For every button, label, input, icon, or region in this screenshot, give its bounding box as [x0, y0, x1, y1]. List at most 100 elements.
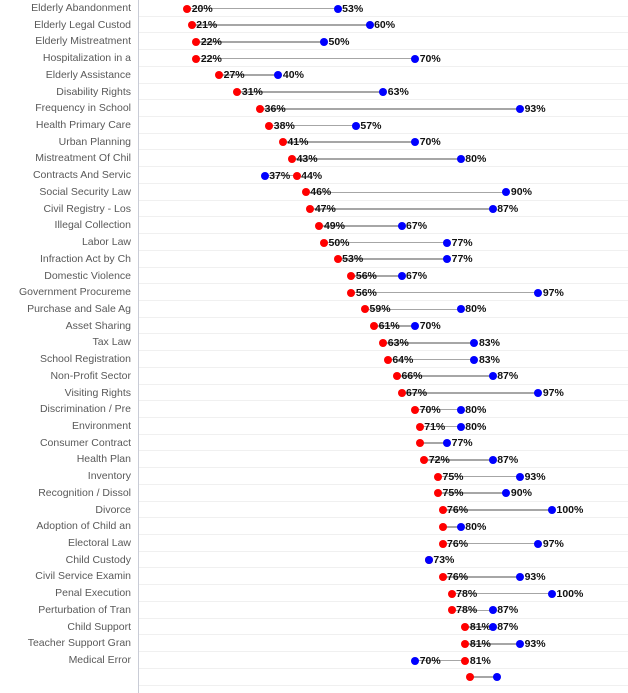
high-value-dot[interactable]	[488, 455, 497, 464]
dumbbell-row[interactable]: 49% 67%	[138, 217, 628, 234]
dumbbell-row[interactable]: 81% 87%	[138, 619, 628, 636]
high-value-dot[interactable]	[516, 104, 525, 113]
high-value-dot[interactable]	[534, 539, 543, 548]
high-value-dot[interactable]	[443, 238, 452, 247]
high-value-dot[interactable]	[534, 389, 543, 398]
high-value-dot[interactable]	[379, 88, 388, 97]
dumbbell-row[interactable]: 46% 90%	[138, 184, 628, 201]
dumbbell-row[interactable]: 71% 80%	[138, 418, 628, 435]
low-value-dot[interactable]	[420, 455, 429, 464]
low-value-dot[interactable]	[392, 372, 401, 381]
low-value-dot[interactable]	[465, 673, 474, 682]
dumbbell-row[interactable]: 80%	[138, 518, 628, 535]
low-value-dot[interactable]	[461, 656, 470, 665]
low-value-dot[interactable]	[192, 54, 201, 63]
high-value-dot[interactable]	[456, 305, 465, 314]
low-value-dot[interactable]	[347, 288, 356, 297]
low-value-dot[interactable]	[306, 205, 315, 214]
dumbbell-row[interactable]: 72% 87%	[138, 451, 628, 468]
dumbbell-row[interactable]: 73%	[138, 552, 628, 569]
dumbbell-row[interactable]: 56% 97%	[138, 284, 628, 301]
low-value-dot[interactable]	[438, 506, 447, 515]
low-value-dot[interactable]	[278, 138, 287, 147]
low-value-dot[interactable]	[361, 305, 370, 314]
high-value-dot[interactable]	[488, 606, 497, 615]
high-value-dot[interactable]	[333, 4, 342, 13]
dumbbell-row[interactable]: 50% 77%	[138, 234, 628, 251]
dumbbell-row[interactable]: 76% 100%	[138, 502, 628, 519]
high-value-dot[interactable]	[456, 422, 465, 431]
dumbbell-row[interactable]: 41% 70%	[138, 134, 628, 151]
dumbbell-row[interactable]: 47% 87%	[138, 201, 628, 218]
low-value-dot[interactable]	[415, 422, 424, 431]
low-value-dot[interactable]	[397, 389, 406, 398]
high-value-dot[interactable]	[411, 322, 420, 331]
high-value-dot[interactable]	[443, 255, 452, 264]
dumbbell-row[interactable]: 81% 93%	[138, 635, 628, 652]
dumbbell-row[interactable]: 36% 93%	[138, 100, 628, 117]
dumbbell-row[interactable]: 78% 100%	[138, 585, 628, 602]
high-value-dot[interactable]	[456, 405, 465, 414]
dumbbell-row[interactable]: 81% 70%	[138, 652, 628, 669]
low-value-dot[interactable]	[461, 623, 470, 632]
low-value-dot[interactable]	[183, 4, 192, 13]
low-value-dot[interactable]	[383, 355, 392, 364]
low-value-dot[interactable]	[447, 606, 456, 615]
low-value-dot[interactable]	[447, 589, 456, 598]
high-value-dot[interactable]	[260, 171, 269, 180]
low-value-dot[interactable]	[415, 439, 424, 448]
low-value-dot[interactable]	[233, 88, 242, 97]
high-value-dot[interactable]	[456, 522, 465, 531]
high-value-dot[interactable]	[351, 121, 360, 130]
dumbbell-row[interactable]: 67% 97%	[138, 385, 628, 402]
low-value-dot[interactable]	[434, 472, 442, 481]
dumbbell-row[interactable]: 27% 40%	[138, 67, 628, 84]
low-value-dot[interactable]	[434, 489, 442, 498]
high-value-dot[interactable]	[424, 556, 433, 565]
dumbbell-row[interactable]: 63% 83%	[138, 334, 628, 351]
low-value-dot[interactable]	[379, 338, 388, 347]
high-value-dot[interactable]	[534, 288, 543, 297]
dumbbell-row[interactable]: 43% 80%	[138, 150, 628, 167]
low-value-dot[interactable]	[411, 405, 420, 414]
high-value-dot[interactable]	[470, 338, 479, 347]
dumbbell-row[interactable]: 76% 93%	[138, 568, 628, 585]
high-value-dot[interactable]	[516, 639, 525, 648]
dumbbell-row[interactable]: 22% 50%	[138, 33, 628, 50]
high-value-dot[interactable]	[502, 188, 511, 197]
high-value-dot[interactable]	[320, 37, 328, 46]
dumbbell-row[interactable]: 77%	[138, 435, 628, 452]
dumbbell-row[interactable]: 78% 87%	[138, 602, 628, 619]
low-value-dot[interactable]	[215, 71, 224, 80]
low-value-dot[interactable]	[292, 171, 301, 180]
high-value-dot[interactable]	[488, 205, 497, 214]
high-value-dot[interactable]	[411, 656, 420, 665]
low-value-dot[interactable]	[370, 322, 379, 331]
low-value-dot[interactable]	[187, 21, 196, 30]
low-value-dot[interactable]	[333, 255, 342, 264]
high-value-dot[interactable]	[397, 221, 406, 230]
low-value-dot[interactable]	[461, 639, 470, 648]
high-value-dot[interactable]	[516, 572, 525, 581]
dumbbell-row[interactable]	[138, 669, 628, 686]
dumbbell-row[interactable]: 66% 87%	[138, 368, 628, 385]
low-value-dot[interactable]	[301, 188, 310, 197]
high-value-dot[interactable]	[365, 21, 374, 30]
high-value-dot[interactable]	[456, 154, 465, 163]
high-value-dot[interactable]	[488, 372, 497, 381]
dumbbell-row[interactable]: 21% 60%	[138, 17, 628, 34]
low-value-dot[interactable]	[265, 121, 274, 130]
dumbbell-row[interactable]: 31% 63%	[138, 84, 628, 101]
low-value-dot[interactable]	[438, 522, 447, 531]
dumbbell-row[interactable]: 75% 90%	[138, 485, 628, 502]
high-value-dot[interactable]	[411, 54, 420, 63]
high-value-dot[interactable]	[502, 489, 511, 498]
high-value-dot[interactable]	[548, 589, 556, 598]
dumbbell-row[interactable]: 53% 77%	[138, 251, 628, 268]
dumbbell-row[interactable]: 70% 80%	[138, 401, 628, 418]
high-value-dot[interactable]	[493, 673, 502, 682]
dumbbell-row[interactable]: 56% 67%	[138, 268, 628, 285]
dumbbell-row[interactable]: 64% 83%	[138, 351, 628, 368]
low-value-dot[interactable]	[192, 37, 201, 46]
high-value-dot[interactable]	[397, 272, 406, 281]
